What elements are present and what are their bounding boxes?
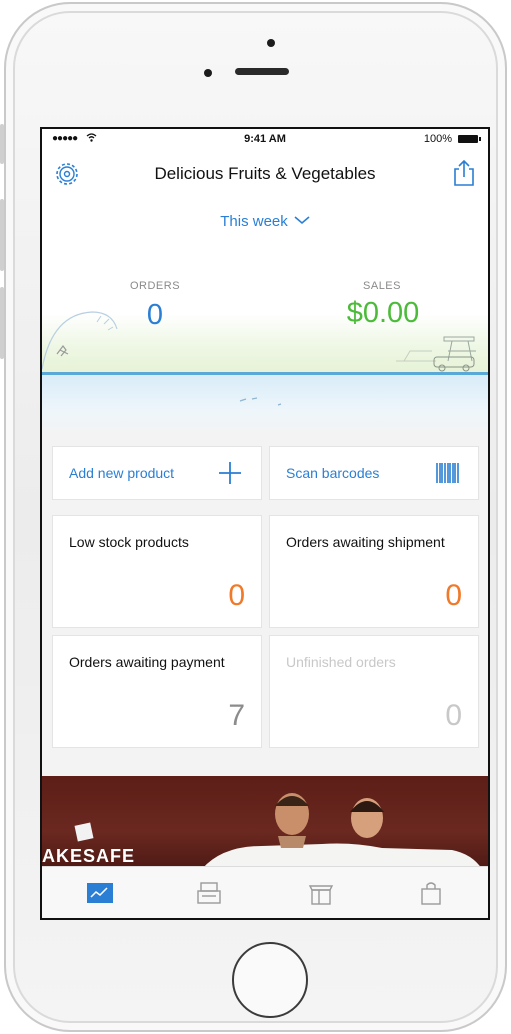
brand-logo xyxy=(74,822,94,842)
add-product-label: Add new product xyxy=(69,465,175,481)
status-bar: ●●●●● 9:41 AM 100% xyxy=(42,129,488,149)
bag-icon[interactable] xyxy=(418,881,444,905)
beach-illustration xyxy=(396,336,476,372)
sea-background xyxy=(42,375,488,435)
low-stock-card[interactable]: Low stock products 0 xyxy=(52,515,262,628)
stats-panel: ORDERS 0 SALES $0.00 xyxy=(42,239,488,374)
fish-illustration xyxy=(239,397,282,406)
app-screen: ●●●●● 9:41 AM 100% Delicious Fruits & Ve… xyxy=(40,127,490,920)
awaiting-payment-count: 7 xyxy=(228,699,245,732)
page-title: Delicious Fruits & Vegetables xyxy=(154,164,376,183)
front-sensor xyxy=(267,39,275,47)
battery-percent: 100% xyxy=(423,133,452,145)
promo-banner[interactable]: AKESAFE xyxy=(42,776,488,869)
tab-bar xyxy=(42,866,488,918)
share-icon[interactable] xyxy=(452,159,476,187)
awaiting-shipment-label: Orders awaiting shipment xyxy=(286,534,445,550)
chevron-down-icon xyxy=(294,216,310,225)
status-time: 9:41 AM xyxy=(244,133,286,145)
gear-icon[interactable] xyxy=(54,161,80,187)
chefs-photo xyxy=(202,793,482,869)
volume-down-button xyxy=(0,287,4,359)
register-icon[interactable] xyxy=(196,881,222,905)
earpiece-speaker xyxy=(235,68,289,75)
period-selector[interactable]: This week xyxy=(42,199,488,239)
plus-icon xyxy=(219,462,241,484)
scan-barcodes-button[interactable]: Scan barcodes xyxy=(269,446,479,500)
awaiting-shipment-card[interactable]: Orders awaiting shipment 0 xyxy=(269,515,479,628)
navigation-bar: Delicious Fruits & Vegetables xyxy=(42,149,488,199)
front-camera xyxy=(204,69,212,77)
awaiting-payment-label: Orders awaiting payment xyxy=(69,654,225,670)
unfinished-orders-count: 0 xyxy=(445,699,462,732)
sales-caption: SALES xyxy=(363,280,401,292)
orders-caption: ORDERS xyxy=(129,280,181,292)
awaiting-payment-card[interactable]: Orders awaiting payment 7 xyxy=(52,635,262,748)
dashboard-chart-icon[interactable] xyxy=(87,881,113,905)
unfinished-orders-label: Unfinished orders xyxy=(286,654,396,670)
scan-barcodes-label: Scan barcodes xyxy=(286,465,380,481)
low-stock-count: 0 xyxy=(228,579,245,612)
box-icon[interactable] xyxy=(308,881,334,905)
add-product-button[interactable]: Add new product xyxy=(52,446,262,500)
low-stock-label: Low stock products xyxy=(69,534,189,550)
barcode-icon xyxy=(436,463,459,483)
orders-value[interactable]: 0 xyxy=(75,299,235,332)
unfinished-orders-card[interactable]: Unfinished orders 0 xyxy=(269,635,479,748)
silent-switch xyxy=(0,124,4,164)
awaiting-shipment-count: 0 xyxy=(445,579,462,612)
home-button[interactable] xyxy=(232,942,308,1018)
battery-icon xyxy=(458,135,481,143)
period-label: This week xyxy=(220,213,288,230)
volume-up-button xyxy=(0,199,4,271)
sales-value[interactable]: $0.00 xyxy=(303,297,463,330)
brand-name: AKESAFE xyxy=(42,846,136,866)
